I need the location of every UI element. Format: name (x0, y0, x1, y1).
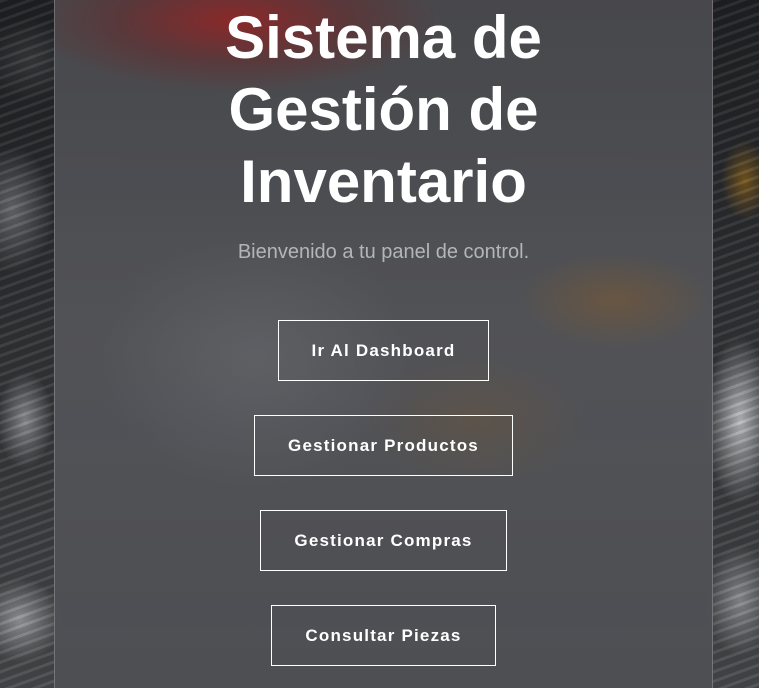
manage-purchases-button[interactable]: Gestionar Compras (260, 510, 507, 571)
query-parts-button[interactable]: Consultar Piezas (271, 605, 496, 666)
background-left-detail (0, 0, 54, 688)
background-right-detail (713, 0, 759, 688)
go-to-dashboard-button[interactable]: Ir Al Dashboard (277, 320, 490, 381)
action-buttons: Ir Al Dashboard Gestionar Productos Gest… (54, 320, 713, 666)
panel-content: Sistema de Gestión de Inventario Bienven… (54, 0, 713, 666)
page-title: Sistema de Gestión de Inventario (225, 4, 542, 215)
welcome-subtitle: Bienvenido a tu panel de control. (237, 241, 530, 263)
manage-products-button[interactable]: Gestionar Productos (254, 415, 513, 476)
